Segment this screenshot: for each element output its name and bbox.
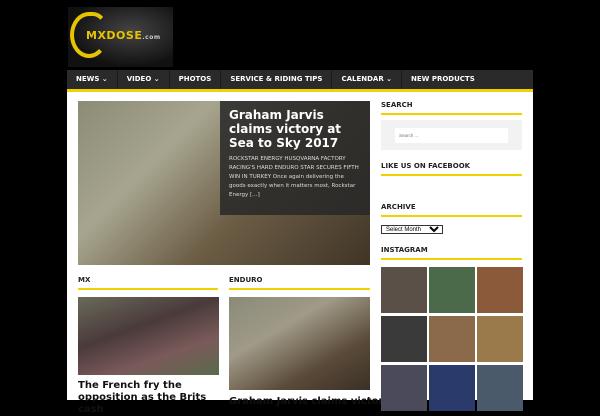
logo-text: MXDOSE	[86, 29, 143, 42]
mx-post-image[interactable]	[78, 297, 219, 375]
search-widget	[381, 120, 522, 150]
nav-service-riding-tips[interactable]: SERVICE & RIDING TIPS	[221, 70, 333, 89]
mx-post-title[interactable]: The French fry the opposition as the Bri…	[78, 380, 223, 416]
instagram-photo[interactable]	[381, 316, 427, 362]
nav-video[interactable]: VIDEO ⌄	[118, 70, 170, 89]
archive-select[interactable]: Select Month	[381, 225, 443, 234]
nav-calendar[interactable]: CALENDAR ⌄	[332, 70, 403, 89]
instagram-photo[interactable]	[477, 267, 523, 313]
instagram-photo[interactable]	[477, 316, 523, 362]
site-logo[interactable]: MXDOSE.com	[68, 7, 173, 67]
archive-heading: ARCHIVE	[381, 203, 522, 217]
instagram-photo[interactable]	[429, 365, 475, 411]
featured-post[interactable]: Graham Jarvis claims victory at Sea to S…	[78, 101, 370, 265]
instagram-photo[interactable]	[429, 267, 475, 313]
content-area: Graham Jarvis claims victory at Sea to S…	[67, 92, 533, 415]
search-heading: SEARCH	[381, 101, 522, 115]
search-input[interactable]	[395, 128, 508, 143]
instagram-photo[interactable]	[429, 316, 475, 362]
instagram-photo[interactable]	[381, 365, 427, 411]
nav-news[interactable]: NEWS ⌄	[67, 70, 118, 89]
instagram-photo[interactable]	[477, 365, 523, 411]
main-nav: NEWS ⌄ VIDEO ⌄ PHOTOS SERVICE & RIDING T…	[67, 70, 533, 92]
nav-photos[interactable]: PHOTOS	[170, 70, 222, 89]
logo-suffix: .com	[142, 34, 161, 41]
instagram-heading: INSTAGRAM	[381, 246, 522, 260]
instagram-photo[interactable]	[381, 267, 427, 313]
featured-overlay: Graham Jarvis claims victory at Sea to S…	[220, 101, 370, 215]
featured-excerpt: ROCKSTAR ENERGY HUSQVARNA FACTORY RACING…	[229, 156, 359, 198]
section-enduro-heading: ENDURO	[229, 276, 370, 290]
nav-new-products[interactable]: NEW PRODUCTS	[402, 70, 484, 89]
enduro-post-title[interactable]: Graham Jarvis claims victory	[229, 396, 390, 408]
enduro-post-image[interactable]	[229, 297, 370, 390]
section-mx-heading: MX	[78, 276, 218, 290]
facebook-heading: LIKE US ON FACEBOOK	[381, 162, 522, 176]
featured-title[interactable]: Graham Jarvis claims victory at Sea to S…	[229, 108, 361, 150]
